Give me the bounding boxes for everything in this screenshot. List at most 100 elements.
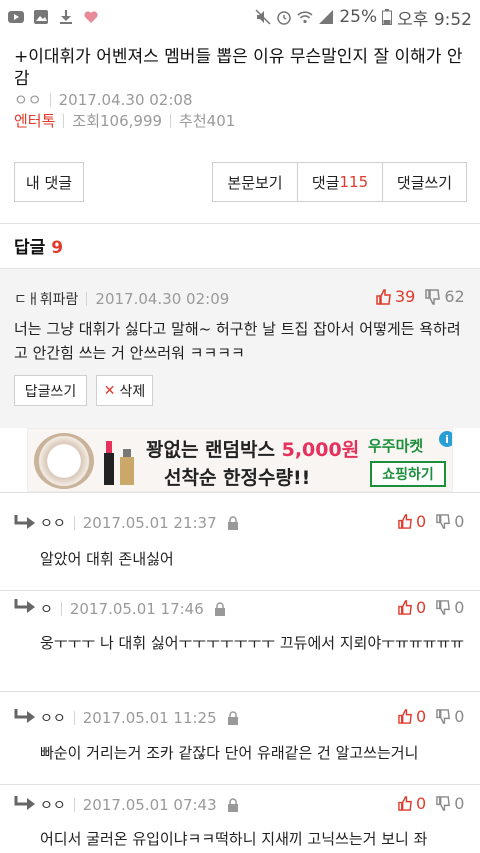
comment-actions: 본문보기 댓글 115 댓글쓰기 bbox=[212, 162, 467, 202]
downvote-button[interactable]: 0 bbox=[436, 794, 464, 813]
ad-subline: 선착순 한정수량!! bbox=[164, 467, 311, 489]
comment-date: 2017.05.01 17:46 bbox=[69, 600, 204, 618]
reply-arrow-icon bbox=[14, 599, 35, 613]
comment-header: ㄷㅐ휘파람 2017.04.30 02:09 bbox=[14, 289, 229, 309]
notification-icons bbox=[8, 9, 99, 25]
upvote-count: 0 bbox=[416, 598, 427, 617]
comment-header: ㅇ 2017.05.01 17:46 bbox=[40, 599, 226, 619]
separator bbox=[63, 113, 65, 128]
comment-header: ㅇㅇ 2017.05.01 21:37 bbox=[40, 513, 239, 533]
comment-votes: 0 0 bbox=[398, 598, 464, 617]
thumbs-down-icon bbox=[425, 288, 441, 305]
comment-text: 알았어 대휘 존내싫어 bbox=[40, 550, 174, 568]
ad-shop-button[interactable]: 쇼핑하기 bbox=[370, 461, 446, 487]
watch-image bbox=[34, 433, 94, 489]
comment-header: ㅇㅇ 2017.05.01 11:25 bbox=[40, 708, 239, 728]
downvote-count: 0 bbox=[454, 598, 465, 617]
comment-date: 2017.05.01 21:37 bbox=[82, 514, 217, 532]
comment-votes: 0 0 bbox=[398, 794, 464, 813]
downvote-count: 62 bbox=[444, 287, 465, 306]
upvote-button[interactable]: 39 bbox=[376, 287, 415, 306]
upvote-button[interactable]: 0 bbox=[398, 598, 426, 617]
comments-label: 댓글 bbox=[311, 173, 340, 192]
comments-button[interactable]: 댓글 115 bbox=[298, 163, 383, 201]
comment-votes: 39 62 bbox=[376, 287, 465, 306]
comment-text: 어디서 굴러온 유입이냐ㅋㅋ떡하니 지새끼 고닉쓰는거 보니 좌 bbox=[40, 830, 428, 848]
cosmetics-image bbox=[104, 441, 134, 485]
category-link[interactable]: 엔터톡 bbox=[14, 110, 55, 131]
reply-button[interactable]: 답글쓰기 bbox=[14, 375, 87, 406]
reply-item: ㅇㅇ 2017.05.01 11:25 0 0 빠순이 거리는거 조카 같잖다 … bbox=[0, 692, 480, 784]
parent-comment: ㄷㅐ휘파람 2017.04.30 02:09 39 62 너는 그냥 대휘가 싫… bbox=[0, 268, 480, 428]
ad-brand: 우주마켓 bbox=[368, 437, 424, 455]
thumbs-up-icon bbox=[398, 709, 412, 724]
signal-icon bbox=[319, 10, 334, 24]
comment-votes: 0 0 bbox=[398, 512, 464, 531]
download-icon bbox=[60, 10, 72, 24]
upvote-count: 0 bbox=[416, 512, 427, 531]
ad-headline: 꽝없는 랜덤박스 5,000원 bbox=[146, 435, 359, 462]
view-body-button[interactable]: 본문보기 bbox=[213, 163, 298, 201]
downvote-count: 0 bbox=[454, 512, 465, 531]
lock-icon bbox=[227, 516, 238, 530]
article-title: +이대휘가 어벤져스 멤버들 뽑은 이유 무슨말인지 잘 이해가 안감 bbox=[14, 47, 463, 89]
mute-icon bbox=[255, 9, 271, 25]
comment-author: ㅇㅇ bbox=[40, 798, 66, 814]
downvote-button[interactable]: 0 bbox=[436, 512, 464, 531]
downvote-count: 0 bbox=[454, 707, 465, 726]
ad-price: 5,000원 bbox=[281, 439, 360, 461]
clock: 오후 9:52 bbox=[397, 9, 472, 30]
comment-author: ㄷㅐ휘파람 bbox=[14, 292, 79, 308]
comment-author: ㅇㅇ bbox=[40, 516, 66, 532]
reply-item: ㅇㅇ 2017.05.01 21:37 0 0 알았어 대휘 존내싫어 bbox=[0, 493, 480, 590]
thumbs-down-icon bbox=[436, 600, 451, 615]
upvote-count: 39 bbox=[395, 287, 416, 306]
ad-headline-text: 꽝없는 랜덤박스 bbox=[146, 439, 282, 461]
delete-label: 삭제 bbox=[119, 383, 146, 400]
delete-button[interactable]: ✕ 삭제 bbox=[96, 375, 153, 406]
article-author: ㅇㅇ bbox=[14, 91, 42, 109]
upvote-count: 0 bbox=[416, 794, 427, 813]
reply-arrow-icon bbox=[14, 515, 35, 529]
downvote-button[interactable]: 0 bbox=[436, 598, 464, 617]
downvote-button[interactable]: 0 bbox=[436, 707, 464, 726]
downvote-count: 0 bbox=[454, 794, 465, 813]
separator bbox=[49, 92, 51, 107]
divider bbox=[0, 223, 480, 224]
reply-arrow-icon bbox=[14, 796, 35, 810]
ad-info-icon[interactable]: i bbox=[439, 431, 452, 447]
upvote-button[interactable]: 0 bbox=[398, 794, 426, 813]
downvote-button[interactable]: 62 bbox=[425, 287, 465, 306]
system-status: 25% 오후 9:52 bbox=[255, 5, 472, 30]
lock-icon bbox=[214, 602, 225, 616]
view-count: 조회106,999 bbox=[72, 112, 163, 130]
comments-count: 115 bbox=[339, 173, 369, 191]
battery-icon bbox=[382, 9, 393, 25]
write-comment-button[interactable]: 댓글쓰기 bbox=[383, 163, 466, 201]
reply-arrow-icon bbox=[14, 709, 35, 723]
wifi-icon bbox=[297, 11, 313, 24]
article-meta: ㅇㅇ 2017.04.30 02:08 bbox=[14, 89, 193, 110]
comment-date: 2017.05.01 11:25 bbox=[82, 709, 217, 727]
my-comments-button[interactable]: 내 댓글 bbox=[14, 162, 84, 202]
separator bbox=[73, 798, 75, 812]
battery-percent: 25% bbox=[339, 7, 378, 27]
replies-count: 9 bbox=[51, 238, 64, 258]
comment-text: 너는 그냥 대휘가 싫다고 말해~ 허구한 날 트집 잡아서 어떻게든 욕하려고… bbox=[14, 320, 461, 362]
thumbs-down-icon bbox=[436, 796, 451, 811]
heart-app-icon bbox=[84, 11, 98, 23]
replies-header: 답글 9 bbox=[14, 233, 63, 258]
alarm-icon bbox=[277, 11, 292, 25]
comment-votes: 0 0 bbox=[398, 707, 464, 726]
thumbs-up-icon bbox=[398, 796, 412, 811]
upvote-button[interactable]: 0 bbox=[398, 707, 426, 726]
thumbs-up-icon bbox=[376, 288, 391, 305]
article-stats: 엔터톡 조회106,999 추천401 bbox=[14, 110, 235, 131]
youtube-icon bbox=[8, 11, 24, 23]
lock-icon bbox=[227, 798, 238, 812]
thumbs-up-icon bbox=[398, 514, 412, 529]
comment-text: 웅ㅜㅜㅜ 나 대휘 싫어ㅜㅜㅜㅜㅜㅜㅜ 끄듀에서 지뢰야ㅜㅠㅠㅠㅠㅠ bbox=[40, 634, 465, 652]
ad-banner[interactable]: 꽝없는 랜덤박스 5,000원 선착순 한정수량!! 우주마켓 쇼핑하기 i ✕ bbox=[27, 428, 453, 492]
reply-item: ㅇㅇ 2017.05.01 07:43 0 0 어디서 굴러온 유입이냐ㅋㅋ떡하… bbox=[0, 785, 480, 853]
upvote-button[interactable]: 0 bbox=[398, 512, 426, 531]
